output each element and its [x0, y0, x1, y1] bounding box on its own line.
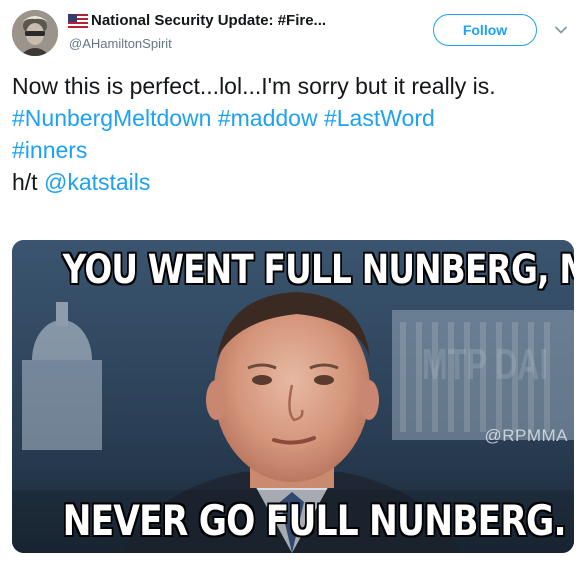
hashtag-link[interactable]: #LastWord	[324, 105, 435, 131]
follow-button[interactable]: Follow	[433, 14, 537, 46]
image-watermark: @RPMMA	[484, 426, 568, 445]
us-flag-icon	[68, 13, 88, 28]
background-logo-text: MTP DAI	[422, 340, 549, 389]
tweet-card: National Security Update: #Fire... @AHam…	[0, 0, 586, 564]
tweet-text-line: Now this is perfect...lol...I'm sorry bu…	[12, 73, 496, 99]
hashtag-link[interactable]: #NunbergMeltdown	[12, 105, 211, 131]
author-display-name[interactable]: National Security Update: #Fire...	[91, 12, 326, 29]
author-name-row[interactable]: National Security Update: #Fire...	[68, 12, 326, 29]
hat-tip-prefix: h/t	[12, 169, 38, 195]
mention-link[interactable]: @katstails	[44, 169, 150, 195]
tweet-image[interactable]: MTP DAI @RPMMA YOU WENT FULL NUNBERG, MA…	[12, 240, 574, 553]
hashtag-link[interactable]: #inners	[12, 137, 87, 163]
meme-top-caption: YOU WENT FULL NUNBERG, MAN.	[62, 247, 574, 293]
meme-bottom-caption: NEVER GO FULL NUNBERG.	[62, 496, 567, 545]
hashtag-link[interactable]: #maddow	[218, 105, 318, 131]
avatar[interactable]	[12, 10, 58, 56]
chevron-down-icon[interactable]	[553, 22, 569, 38]
author-handle[interactable]: @AHamiltonSpirit	[69, 36, 172, 51]
tweet-text: Now this is perfect...lol...I'm sorry bu…	[12, 70, 572, 198]
